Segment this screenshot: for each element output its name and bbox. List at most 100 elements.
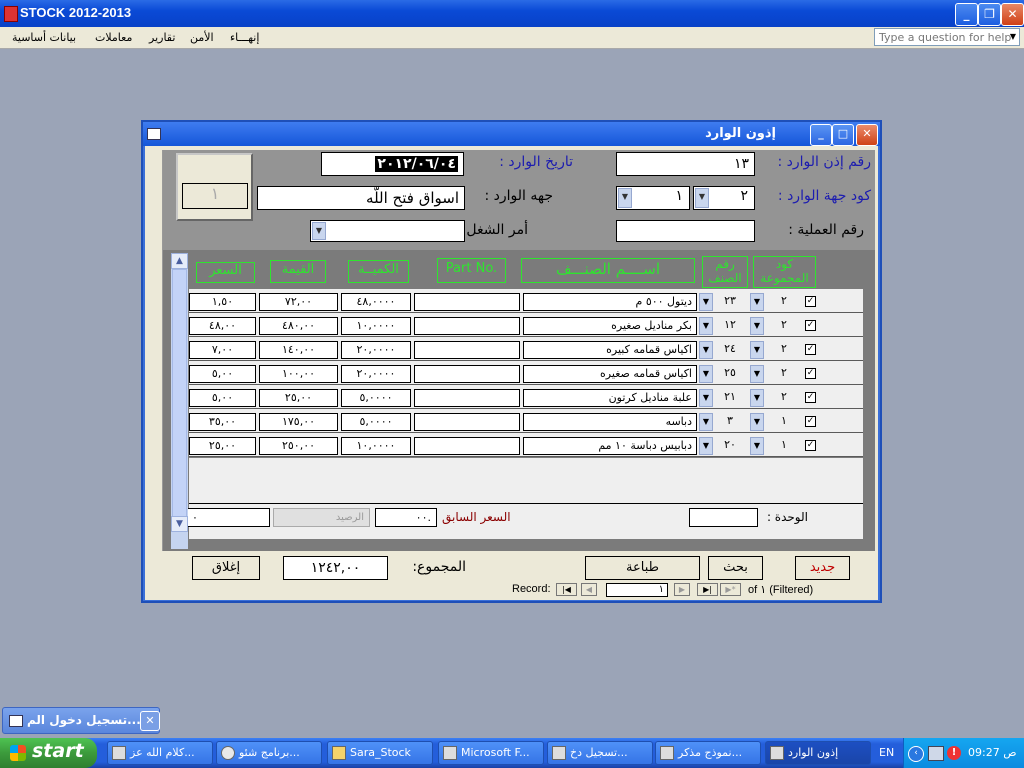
- group-code-cell[interactable]: ٢: [769, 293, 799, 311]
- part-no-cell[interactable]: [414, 437, 520, 455]
- chevron-down-icon[interactable]: ▼: [699, 293, 713, 311]
- chevron-down-icon[interactable]: ▼: [699, 341, 713, 359]
- item-name-cell[interactable]: ديتول ٥٠٠ م: [523, 293, 697, 311]
- item-name-cell[interactable]: اكياس قمامه صغيره: [523, 365, 697, 383]
- group-code-cell[interactable]: ٢: [769, 365, 799, 383]
- new-record-icon[interactable]: ▶*: [720, 583, 741, 596]
- price-cell[interactable]: ٥,٠٠: [189, 389, 256, 407]
- item-no-cell[interactable]: ٢٤: [716, 341, 744, 359]
- form-maximize-button[interactable]: □: [832, 124, 854, 146]
- chevron-down-icon[interactable]: ▼: [750, 389, 764, 407]
- item-name-cell[interactable]: اكياس قمامه كبيره: [523, 341, 697, 359]
- chevron-down-icon[interactable]: ▼: [699, 437, 713, 455]
- menu-reports[interactable]: تقارير: [149, 31, 175, 44]
- part-no-cell[interactable]: [414, 293, 520, 311]
- row-checkbox[interactable]: ✓: [805, 320, 816, 331]
- price-cell[interactable]: ٧,٠٠: [189, 341, 256, 359]
- print-button[interactable]: طباعة: [585, 556, 700, 580]
- chevron-down-icon[interactable]: ▼: [699, 317, 713, 335]
- chevron-down-icon[interactable]: ▼: [699, 389, 713, 407]
- date-field[interactable]: ٢٠١٢/٠٦/٠٤: [321, 152, 464, 176]
- group-code-cell[interactable]: ٢: [769, 341, 799, 359]
- quantity-cell[interactable]: ١٠,٠٠٠٠: [341, 437, 411, 455]
- row-checkbox[interactable]: ✓: [805, 344, 816, 355]
- help-search-input[interactable]: Type a question for help ▼: [874, 28, 1020, 46]
- grid-vertical-scrollbar[interactable]: ▲ ▼: [171, 253, 188, 549]
- quantity-cell[interactable]: ٢٠,٠٠٠٠: [341, 341, 411, 359]
- operation-no-field[interactable]: [616, 220, 755, 242]
- task-sara-stock[interactable]: Sara_Stock: [327, 741, 433, 765]
- restore-button[interactable]: ❐: [978, 3, 1001, 26]
- row-checkbox[interactable]: ✓: [805, 416, 816, 427]
- price-cell[interactable]: ٥,٠٠: [189, 365, 256, 383]
- menu-transactions[interactable]: معاملات: [95, 31, 132, 44]
- chevron-down-icon[interactable]: ▼: [750, 293, 764, 311]
- work-order-combo[interactable]: ▼: [310, 220, 465, 242]
- item-name-cell[interactable]: دبابيس دباسة ١٠ مم: [523, 437, 697, 455]
- record-number-field[interactable]: ١: [606, 583, 668, 597]
- chevron-left-icon[interactable]: ‹: [908, 746, 924, 762]
- alert-icon[interactable]: !: [947, 746, 961, 760]
- chevron-down-icon[interactable]: ▼: [750, 365, 764, 383]
- quantity-cell[interactable]: ٤٨,٠٠٠٠: [341, 293, 411, 311]
- close-form-button[interactable]: إغلاق: [192, 556, 260, 580]
- item-no-cell[interactable]: ٣: [716, 413, 744, 431]
- chevron-down-icon[interactable]: ▼: [750, 341, 764, 359]
- network-icon[interactable]: [928, 746, 944, 761]
- prev-record-icon[interactable]: ◀: [581, 583, 597, 596]
- part-no-cell[interactable]: [414, 389, 520, 407]
- chevron-down-icon[interactable]: ▼: [699, 413, 713, 431]
- item-name-cell[interactable]: دباسه: [523, 413, 697, 431]
- group-code-cell[interactable]: ٢: [769, 317, 799, 335]
- first-record-icon[interactable]: |◀: [556, 583, 577, 596]
- table-row[interactable]: ▶✓٢▼٢٣▼ديتول ٥٠٠ م٤٨,٠٠٠٠٧٢,٠٠١,٥٠: [189, 289, 863, 313]
- group-code-cell[interactable]: ١: [769, 437, 799, 455]
- price-cell[interactable]: ١,٥٠: [189, 293, 256, 311]
- menu-security[interactable]: الأمن: [190, 31, 214, 44]
- new-button[interactable]: جديد: [795, 556, 850, 580]
- row-checkbox[interactable]: ✓: [805, 296, 816, 307]
- minimized-window[interactable]: تسجيل دخول الم... ✕: [2, 707, 160, 734]
- item-no-cell[interactable]: ٢٠: [716, 437, 744, 455]
- table-row[interactable]: ✓ ١ ▼ ٣ ▼ دباسه ٥,٠٠٠٠ ١٧٥,٠٠ ٣٥,٠٠: [189, 409, 863, 433]
- scroll-thumb[interactable]: [172, 269, 187, 517]
- menu-basic-data[interactable]: بيانات أساسية: [12, 31, 76, 44]
- item-no-cell[interactable]: ٢٥: [716, 365, 744, 383]
- item-no-cell[interactable]: ٢١: [716, 389, 744, 407]
- minimize-button[interactable]: _: [955, 3, 978, 26]
- task-memo[interactable]: نموذج مذكر...: [655, 741, 761, 765]
- part-no-cell[interactable]: [414, 317, 520, 335]
- close-app-button[interactable]: ✕: [1001, 3, 1024, 26]
- source-field[interactable]: اسواق فتح اللّه: [257, 186, 465, 210]
- quantity-cell[interactable]: ١٠,٠٠٠٠: [341, 317, 411, 335]
- chevron-down-icon[interactable]: ▼: [695, 188, 709, 208]
- task-quran[interactable]: كلام الله عز...: [107, 741, 213, 765]
- source-code-b-combo[interactable]: ▼ ١: [616, 186, 690, 210]
- chevron-down-icon[interactable]: ▼: [1007, 29, 1019, 45]
- source-code-a-combo[interactable]: ▼ ٢: [693, 186, 755, 210]
- chevron-down-icon[interactable]: ▼: [618, 188, 632, 208]
- table-row[interactable]: ✓ ٢ ▼ ٢١ ▼ علبة مناديل كرتون ٥,٠٠٠٠ ٢٥,٠٠ ٥,٠٠: [189, 385, 863, 409]
- table-row[interactable]: ✓ ٢ ▼ ٢٤ ▼ اكياس قمامه كبيره ٢٠,٠٠٠٠ ١٤٠,٠٠ ٧,٠٠: [189, 337, 863, 361]
- table-row[interactable]: ✓ ٢ ▼ ٢٥ ▼ اكياس قمامه صغيره ٢٠,٠٠٠٠ ١٠٠,٠٠ ٥,٠٠: [189, 361, 863, 385]
- price-cell[interactable]: ٤٨,٠٠: [189, 317, 256, 335]
- search-button[interactable]: بحث: [708, 556, 763, 580]
- last-record-icon[interactable]: ▶|: [697, 583, 718, 596]
- row-checkbox[interactable]: ✓: [805, 392, 816, 403]
- task-login[interactable]: تسجيل دخ...: [547, 741, 653, 765]
- chevron-down-icon[interactable]: ▼: [750, 437, 764, 455]
- task-receipts[interactable]: إذون الوارد: [765, 741, 871, 765]
- table-row[interactable]: ✓ ١ ▼ ٢٠ ▼ دبابيس دباسة ١٠ مم ١٠,٠٠٠٠ ٢٥٠,٠٠ ٢٥,…: [189, 433, 863, 457]
- close-icon[interactable]: ✕: [140, 711, 160, 731]
- next-record-icon[interactable]: ▶: [674, 583, 690, 596]
- group-code-cell[interactable]: ١: [769, 413, 799, 431]
- menu-exit[interactable]: إنهـــاء: [230, 31, 259, 44]
- chevron-down-icon[interactable]: ▼: [699, 365, 713, 383]
- item-name-cell[interactable]: علبة مناديل كرتون: [523, 389, 697, 407]
- row-checkbox[interactable]: ✓: [805, 368, 816, 379]
- quantity-cell[interactable]: ٥,٠٠٠٠: [341, 413, 411, 431]
- item-name-cell[interactable]: بكر مناديل صغيره: [523, 317, 697, 335]
- item-no-cell[interactable]: ٢٣: [716, 293, 744, 311]
- task-program[interactable]: برنامج شئو...: [216, 741, 322, 765]
- scroll-down-icon[interactable]: ▼: [171, 516, 188, 532]
